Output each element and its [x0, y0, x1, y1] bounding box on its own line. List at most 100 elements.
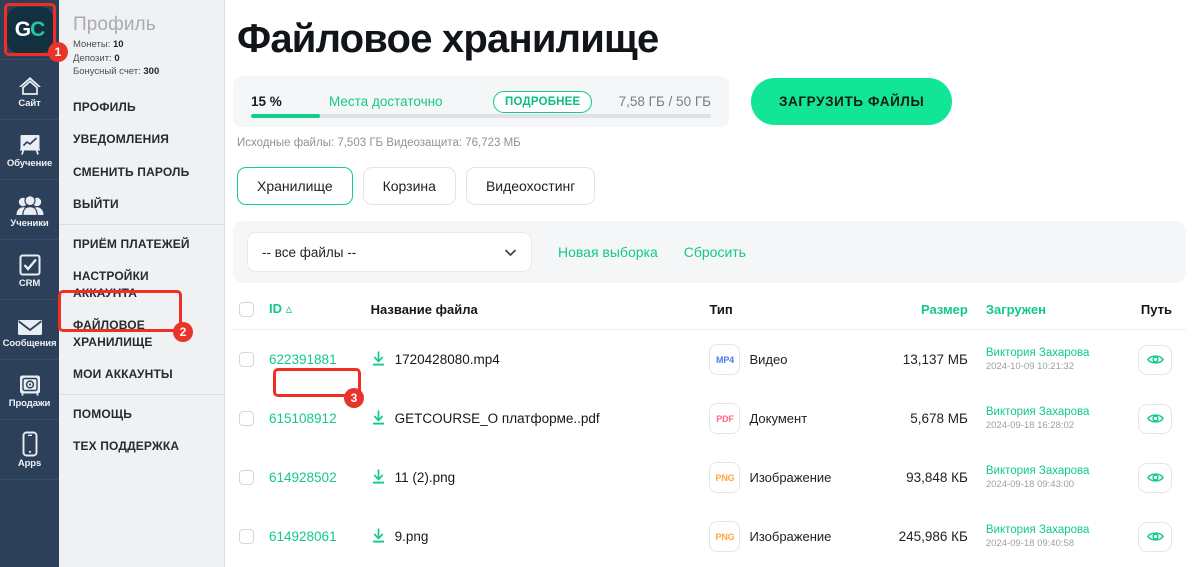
row-uploaded-cell: Виктория Захарова 2024-09-18 16:28:02 [968, 389, 1112, 448]
nav-item-payments[interactable]: ПРИЁМ ПЛАТЕЖЕЙ [59, 228, 224, 261]
th-select-all[interactable] [233, 287, 269, 330]
row-path-cell [1112, 448, 1186, 507]
nav-item-logout[interactable]: ВЫЙТИ [59, 188, 224, 221]
view-path-button[interactable] [1138, 344, 1172, 375]
sort-ascending-caret-icon: ▵ [285, 301, 293, 316]
gc-logo[interactable]: GC [0, 0, 59, 59]
table-header-row: ID ▵ Название файла Тип Размер Загружен … [233, 287, 1186, 330]
profile-stat-deposit: Депозит: 0 [73, 52, 224, 66]
nav-item-tech-support[interactable]: ТЕХ ПОДДЕРЖКА [59, 430, 224, 463]
file-format-badge: PNG [709, 462, 741, 493]
row-name-cell: 11 (2).png [371, 448, 710, 507]
nav-item-profile[interactable]: ПРОФИЛЬ [59, 91, 224, 124]
select-all-checkbox[interactable] [239, 301, 254, 317]
row-checkbox[interactable] [239, 470, 254, 485]
rail-item-label: Ученики [10, 218, 49, 229]
stat-value: 10 [112, 39, 124, 50]
download-icon[interactable] [371, 350, 386, 370]
uploader-name[interactable]: Виктория Захарова [986, 405, 1112, 419]
file-id-link[interactable]: 622391881 [269, 352, 337, 367]
nav-item-change-password[interactable]: СМЕНИТЬ ПАРОЛЬ [59, 156, 224, 189]
row-size-cell: 5,678 МБ [910, 411, 968, 426]
uploaded-at: 2024-09-18 09:40:58 [985, 538, 1075, 549]
row-select-cell[interactable] [233, 389, 269, 448]
file-id-link[interactable]: 614928061 [269, 529, 337, 544]
row-type-cell: MP4 Видео [709, 330, 853, 390]
quota-details-button[interactable]: ПОДРОБНЕЕ [493, 90, 593, 113]
row-id-cell: 615108912 [269, 389, 371, 448]
row-size-cell: 245,986 КБ [898, 529, 968, 544]
rail-item-education[interactable]: Обучение [0, 119, 59, 179]
row-id-cell: 614928502 [269, 448, 371, 507]
file-name[interactable]: 11 (2).png [395, 470, 456, 485]
people-icon [15, 190, 45, 217]
row-id-cell: 622391881 [269, 330, 371, 390]
download-icon[interactable] [371, 527, 386, 547]
rail-item-messages[interactable]: Сообщения [0, 299, 59, 359]
gc-logo-square: GC [6, 6, 53, 53]
uploader-name[interactable]: Виктория Захарова [986, 464, 1112, 478]
nav-item-help[interactable]: ПОМОЩЬ [59, 398, 224, 431]
upload-files-button[interactable]: ЗАГРУЗИТЬ ФАЙЛЫ [751, 78, 953, 125]
profile-summary: Профиль Монеты: 10 Депозит: 0 Бонусный с… [59, 8, 224, 85]
row-checkbox[interactable] [239, 352, 254, 367]
th-uploaded[interactable]: Загружен [967, 287, 1112, 330]
page-title: Файловое хранилище [237, 17, 659, 61]
uploader-name[interactable]: Виктория Захарова [986, 346, 1112, 360]
tab-videohosting[interactable]: Видеохостинг [465, 167, 596, 205]
row-size-cell: 93,848 КБ [906, 470, 968, 485]
row-checkbox[interactable] [239, 411, 254, 426]
download-icon[interactable] [371, 409, 386, 429]
file-name[interactable]: 1720428080.mp4 [395, 352, 500, 367]
uploaded-at: 2024-09-18 16:28:02 [985, 420, 1075, 431]
tab-trash[interactable]: Корзина [362, 167, 456, 205]
row-uploaded-cell: Виктория Захарова 2024-09-18 09:40:58 [968, 507, 1112, 566]
row-type-cell: PNG Изображение [709, 448, 853, 507]
file-filter-select[interactable]: -- все файлы -- [247, 232, 532, 272]
file-name[interactable]: GETCOURSE_О платформе..pdf [395, 411, 600, 426]
nav-item-notifications[interactable]: УВЕДОМЛЕНИЯ [59, 123, 224, 156]
nav-item-my-accounts[interactable]: МОИ АККАУНТЫ [59, 358, 224, 391]
row-select-cell[interactable] [233, 330, 269, 390]
nav-item-file-storage[interactable]: ФАЙЛОВОЕ ХРАНИЛИЩЕ [59, 309, 224, 358]
easel-chart-icon [17, 130, 43, 157]
rail-item-apps[interactable]: Apps [0, 419, 59, 479]
rail-item-students[interactable]: Ученики [0, 179, 59, 239]
file-id-link[interactable]: 615108912 [269, 411, 337, 426]
safe-box-icon [17, 370, 43, 397]
row-name-cell: GETCOURSE_О платформе..pdf [371, 389, 710, 448]
tab-storage[interactable]: Хранилище [237, 167, 353, 205]
profile-nav-panel: Профиль Монеты: 10 Депозит: 0 Бонусный с… [59, 0, 225, 567]
row-path-cell [1112, 330, 1186, 390]
th-filename[interactable]: Название файла [370, 287, 710, 330]
row-checkbox[interactable] [239, 529, 254, 544]
th-id[interactable]: ID ▵ [269, 287, 371, 330]
th-size[interactable]: Размер [853, 287, 968, 330]
rail-item-site[interactable]: Сайт [0, 59, 59, 119]
view-path-button[interactable] [1138, 403, 1172, 434]
file-id-link[interactable]: 614928502 [269, 470, 337, 485]
rail-item-crm[interactable]: CRM [0, 239, 59, 299]
nav-item-account-settings[interactable]: НАСТРОЙКИ АККАУНТА [59, 260, 224, 309]
view-path-button[interactable] [1138, 462, 1172, 493]
reset-filter-link[interactable]: Сбросить [684, 244, 746, 260]
mobile-phone-icon [21, 430, 39, 457]
row-select-cell[interactable] [233, 448, 269, 507]
uploader-name[interactable]: Виктория Захарова [986, 523, 1112, 537]
files-table-head: ID ▵ Название файла Тип Размер Загружен … [233, 287, 1186, 330]
th-path[interactable]: Путь [1111, 287, 1186, 330]
new-selection-link[interactable]: Новая выборка [558, 244, 658, 260]
view-path-button[interactable] [1138, 521, 1172, 552]
rail-item-sales[interactable]: Продажи [0, 359, 59, 419]
row-uploaded-cell: Виктория Захарова 2024-10-09 10:21:32 [968, 330, 1112, 390]
row-path-cell [1112, 389, 1186, 448]
file-type-label: Видео [749, 352, 788, 367]
download-icon[interactable] [371, 468, 386, 488]
row-select-cell[interactable] [233, 507, 269, 566]
row-uploaded-cell: Виктория Захарова 2024-09-18 09:43:00 [968, 448, 1112, 507]
storage-quota-card: 15 % Места достаточно ПОДРОБНЕЕ 7,58 ГБ … [233, 76, 729, 127]
th-type[interactable]: Тип [709, 287, 854, 330]
rail-item-label: Apps [17, 458, 42, 469]
file-name[interactable]: 9.png [395, 529, 429, 544]
table-row: 614928061 9.png PNG Изображение 245,986 КБ Ви… [233, 507, 1186, 566]
